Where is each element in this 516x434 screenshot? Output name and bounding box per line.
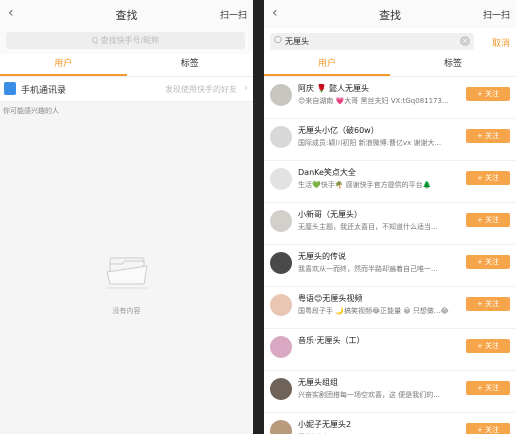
- follow-button[interactable]: + 关注: [466, 171, 510, 185]
- phone-contacts-row[interactable]: 手机通讯录 发现使用快手的好友 ›: [0, 77, 253, 102]
- page-title: 查找: [115, 9, 138, 22]
- user-name: 粤语😊无厘头视频: [298, 294, 363, 303]
- search-value: 无厘头: [285, 37, 309, 46]
- avatar[interactable]: [270, 420, 292, 434]
- empty-state: 没有内容: [0, 252, 253, 316]
- contacts-label: 手机通讯录: [21, 86, 67, 96]
- search-bar: Q 查找快手号/昵称: [0, 28, 253, 54]
- clear-icon[interactable]: ×: [460, 36, 470, 46]
- user-name: DanKe笑点大全: [298, 168, 356, 177]
- list-item[interactable]: DanKe笑点大全生活💚快手🌴 感谢快手官方提供的平台🌲 + 关注: [264, 161, 516, 203]
- contacts-icon: [4, 82, 16, 95]
- search-placeholder: Q 查找快手号/昵称: [91, 36, 160, 45]
- list-item[interactable]: 无厘头组组兴奋实剧团搭每一场空欢喜，这 便是我们的... + 关注: [264, 371, 516, 413]
- list-item[interactable]: 阿庆 🌹 懿人无厘头 😊来自湖南 💗大哥 黑丝夫妇 VX:tGq081173...…: [264, 77, 516, 119]
- avatar[interactable]: [270, 84, 292, 106]
- search-input[interactable]: Q 查找快手号/昵称: [6, 32, 245, 49]
- tab-tags[interactable]: 标签: [127, 54, 254, 76]
- right-screen: ‹ 查找 扫一扫 ○ 无厘头 × 取消 用户 标签 阿庆 🌹 懿人无厘头 😊来自湖…: [264, 0, 516, 434]
- list-item[interactable]: 无厘头的传说我喜欢从一而终，然而半路却遍着自己唯一... + 关注: [264, 245, 516, 287]
- user-name: 小新哥（无厘头）: [298, 210, 362, 219]
- left-header: ‹ 查找 扫一扫: [0, 0, 253, 28]
- list-item[interactable]: 小妮子无厘头2微信lelei2202211381+ 关注: [264, 413, 516, 434]
- user-description: 国粤段子手 🌙搞笑视频😂正能量 😀 只想做...😂: [298, 307, 449, 315]
- follow-button[interactable]: + 关注: [466, 255, 510, 269]
- follow-button[interactable]: + 关注: [466, 129, 510, 143]
- avatar[interactable]: [270, 252, 292, 274]
- list-item[interactable]: 粤语😊无厘头视频国粤段子手 🌙搞笑视频😂正能量 😀 只想做...😂 + 关注: [264, 287, 516, 329]
- user-name: 无厘头组组: [298, 378, 338, 387]
- search-bar: ○ 无厘头 × 取消: [264, 28, 516, 54]
- tab-bar: 用户 标签: [0, 54, 253, 77]
- user-description: 兴奋实剧团搭每一场空欢喜，这 便是我们的...: [298, 391, 440, 399]
- user-description: 我喜欢从一而终，然而半路却遍着自己唯一...: [298, 265, 438, 273]
- avatar[interactable]: [270, 294, 292, 316]
- user-name: 阿庆 🌹 懿人无厘头: [298, 84, 370, 93]
- tab-bar: 用户 标签: [264, 54, 516, 77]
- follow-button[interactable]: + 关注: [466, 381, 510, 395]
- results-list: 阿庆 🌹 懿人无厘头 😊来自湖南 💗大哥 黑丝夫妇 VX:tGq081173...…: [264, 77, 516, 434]
- avatar[interactable]: [270, 378, 292, 400]
- user-description: 生活💚快手🌴 感谢快手官方提供的平台🌲: [298, 181, 432, 189]
- tab-users[interactable]: 用户: [0, 54, 127, 76]
- search-icon: ○: [274, 35, 282, 45]
- avatar[interactable]: [270, 210, 292, 232]
- page-title: 查找: [379, 9, 401, 22]
- follow-button[interactable]: + 关注: [466, 339, 510, 353]
- list-item[interactable]: 小新哥（无厘头） 无厘头主题，我还太喜目，不知道什么适当... + 关注: [264, 203, 516, 245]
- user-description: 无厘头主题，我还太喜目，不知道什么适当...: [298, 223, 438, 231]
- follow-button[interactable]: + 关注: [466, 213, 510, 227]
- chevron-right-icon: ›: [243, 81, 248, 94]
- user-description: 国际成员:颖川初阳 新浪微博:曹亿vx 谢谢大...: [298, 139, 442, 147]
- follow-button[interactable]: + 关注: [466, 423, 510, 434]
- left-screen: ‹ 查找 扫一扫 Q 查找快手号/昵称 用户 标签 手机通讯录 发现使用快手的好…: [0, 0, 253, 434]
- avatar[interactable]: [270, 126, 292, 148]
- search-input[interactable]: ○ 无厘头 ×: [270, 33, 474, 50]
- screen-divider: [253, 0, 264, 434]
- user-name: 无厘头的传说: [298, 252, 346, 261]
- empty-label: 没有内容: [112, 307, 141, 315]
- list-item[interactable]: 音乐·无厘头（工） + 关注: [264, 329, 516, 371]
- right-header: ‹ 查找 扫一扫: [264, 0, 516, 28]
- user-description: 😊来自湖南 💗大哥 黑丝夫妇 VX:tGq081173...: [298, 97, 449, 105]
- follow-button[interactable]: + 关注: [466, 297, 510, 311]
- list-item[interactable]: 无厘头小亿（破60w） 国际成员:颖川初阳 新浪微博:曹亿vx 谢谢大... + 关…: [264, 119, 516, 161]
- tab-tags[interactable]: 标签: [390, 54, 516, 76]
- cancel-button[interactable]: 取消: [492, 36, 510, 49]
- scan-button[interactable]: 扫一扫: [220, 8, 247, 21]
- scan-button[interactable]: 扫一扫: [483, 8, 510, 21]
- maybe-know-label: 你可能感兴趣的人: [3, 107, 59, 115]
- empty-folder-icon: [104, 252, 150, 292]
- user-name: 音乐·无厘头（工）: [298, 336, 365, 345]
- tab-users[interactable]: 用户: [264, 54, 390, 76]
- user-name: 小妮子无厘头2: [298, 420, 352, 429]
- follow-button[interactable]: + 关注: [466, 87, 510, 101]
- user-name: 无厘头小亿（破60w）: [298, 126, 379, 135]
- contacts-hint: 发现使用快手的好友: [165, 85, 237, 94]
- avatar[interactable]: [270, 336, 292, 358]
- avatar[interactable]: [270, 168, 292, 190]
